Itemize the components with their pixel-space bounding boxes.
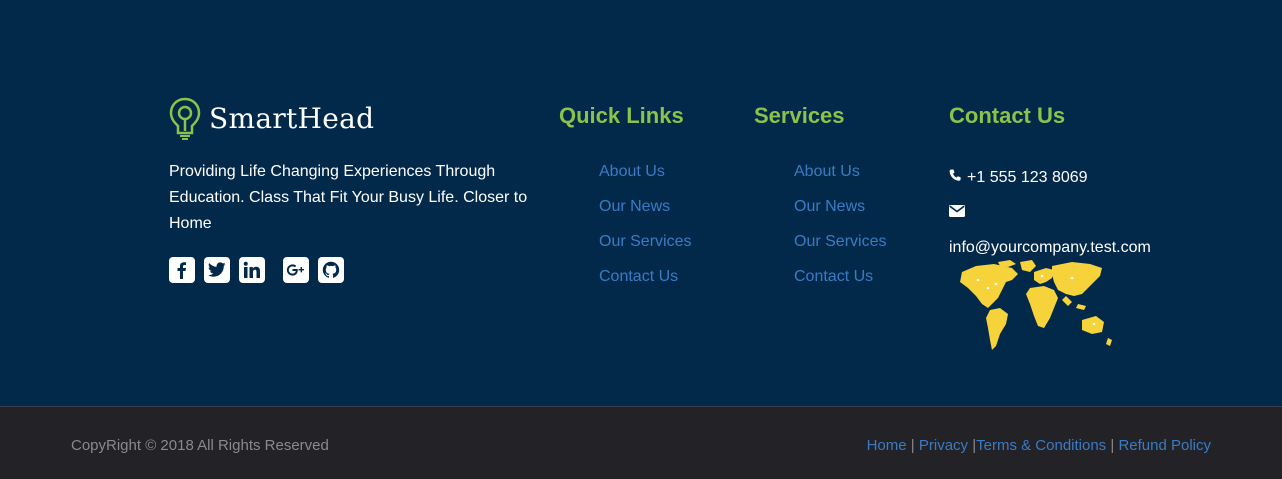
brand[interactable]: SmartHead	[169, 97, 374, 141]
bottom-link-terms[interactable]: Terms & Conditions	[976, 437, 1106, 454]
social-links	[169, 257, 353, 283]
contact-phone[interactable]: +1 555 123 8069	[967, 166, 1088, 190]
quick-link-our-news[interactable]: Our News	[599, 198, 670, 215]
services-link-contact-us[interactable]: Contact Us	[794, 268, 873, 285]
services-list: About Us Our News Our Services Contact U…	[794, 160, 886, 300]
envelope-icon	[949, 201, 965, 225]
quick-links-title: Quick Links	[559, 103, 684, 128]
phone-icon	[949, 166, 961, 190]
services-link-our-news[interactable]: Our News	[794, 198, 865, 215]
quick-links-list: About Us Our News Our Services Contact U…	[599, 160, 691, 300]
list-item: Contact Us	[794, 265, 886, 300]
services-link-our-services[interactable]: Our Services	[794, 233, 886, 250]
list-item: Our Services	[599, 230, 691, 265]
copyright-text: CopyRight © 2018 All Rights Reserved	[71, 437, 329, 454]
linkedin-icon[interactable]	[239, 257, 265, 283]
list-item: Our News	[794, 195, 886, 230]
legal-links: Home | Privacy |Terms & Conditions | Ref…	[867, 437, 1211, 454]
services-title: Services	[754, 103, 845, 128]
list-item: About Us	[599, 160, 691, 195]
contact-title: Contact Us	[949, 103, 1066, 128]
footer-main: SmartHead Providing Life Changing Experi…	[0, 0, 1282, 406]
separator: |	[910, 437, 919, 454]
bottom-link-privacy[interactable]: Privacy	[919, 437, 968, 454]
quick-link-about-us[interactable]: About Us	[599, 163, 665, 180]
list-item: Our Services	[794, 230, 886, 265]
services-link-about-us[interactable]: About Us	[794, 163, 860, 180]
contact-phone-row: +1 555 123 8069	[949, 160, 1151, 195]
quick-link-contact-us[interactable]: Contact Us	[599, 268, 678, 285]
world-map-image	[954, 258, 1114, 359]
list-item: Our News	[599, 195, 691, 230]
list-item: Contact Us	[599, 265, 691, 300]
contact-email-icon-row	[949, 195, 1151, 230]
quick-link-our-services[interactable]: Our Services	[599, 233, 691, 250]
contact-email[interactable]: info@yourcompany.test.com	[949, 236, 1151, 260]
bottom-link-refund-policy[interactable]: Refund Policy	[1118, 437, 1211, 454]
brand-tagline: Providing Life Changing Experiences Thro…	[169, 163, 528, 232]
contact-info: +1 555 123 8069 info@yourcompany.test.co…	[949, 160, 1151, 265]
brand-name: SmartHead	[209, 102, 375, 135]
lightbulb-logo-icon	[169, 97, 201, 141]
google-plus-icon[interactable]	[283, 257, 309, 283]
bottom-link-home[interactable]: Home	[867, 437, 907, 454]
facebook-icon[interactable]	[169, 257, 195, 283]
github-icon[interactable]	[318, 257, 344, 283]
list-item: About Us	[794, 160, 886, 195]
twitter-icon[interactable]	[204, 257, 230, 283]
